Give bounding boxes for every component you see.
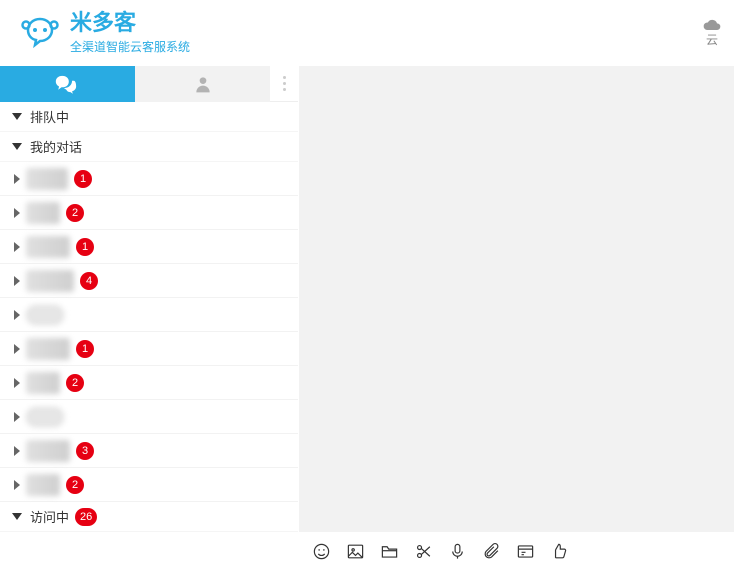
- conversation-item[interactable]: 2: [0, 366, 298, 400]
- contact-name-redacted: [26, 440, 70, 462]
- tab-more[interactable]: [270, 66, 298, 102]
- conversation-item[interactable]: 2: [0, 468, 298, 502]
- contact-name-redacted: [26, 168, 68, 190]
- app-header: 米多客 全渠道智能云客服系统 云: [0, 0, 734, 66]
- unread-badge: 3: [76, 442, 94, 460]
- conversation-item[interactable]: 2: [0, 196, 298, 230]
- chevron-right-icon: [14, 276, 20, 286]
- unread-badge: 1: [76, 238, 94, 256]
- logo-icon: [20, 15, 60, 51]
- unread-badge: 2: [66, 204, 84, 222]
- image-button[interactable]: [345, 541, 365, 561]
- chat-bubbles-icon: [55, 74, 81, 94]
- chevron-right-icon: [14, 378, 20, 388]
- unread-badge: 1: [74, 170, 92, 188]
- person-icon: [190, 74, 216, 94]
- chevron-right-icon: [14, 208, 20, 218]
- chevron-right-icon: [14, 242, 20, 252]
- conversation-list[interactable]: 排队中 我的对话 1 2 1 4 1 2 3 2 访问中 26: [0, 102, 298, 570]
- conversation-item[interactable]: [0, 298, 298, 332]
- conversation-item[interactable]: 1: [0, 332, 298, 366]
- conversation-item[interactable]: [0, 400, 298, 434]
- conversation-item[interactable]: 1: [0, 162, 298, 196]
- conversation-item[interactable]: 3: [0, 434, 298, 468]
- contact-name-redacted: [26, 236, 70, 258]
- sidebar-tabbar: [0, 66, 298, 102]
- chat-message-area[interactable]: [299, 66, 734, 532]
- cloud-status[interactable]: 云: [702, 19, 722, 48]
- chevron-down-icon: [12, 513, 22, 520]
- brand-subtitle: 全渠道智能云客服系统: [70, 38, 190, 55]
- tab-chat[interactable]: [0, 66, 135, 102]
- scissors-button[interactable]: [413, 541, 433, 561]
- contact-name-redacted: [26, 338, 70, 360]
- unread-badge: 1: [76, 340, 94, 358]
- more-dots-icon: [283, 76, 286, 91]
- chevron-right-icon: [14, 344, 20, 354]
- thumbs-up-button[interactable]: [549, 541, 569, 561]
- brand-title: 米多客: [70, 12, 190, 34]
- unread-badge: 2: [66, 374, 84, 392]
- sidebar: 排队中 我的对话 1 2 1 4 1 2 3 2 访问中 26: [0, 66, 299, 570]
- card-button[interactable]: [515, 541, 535, 561]
- folder-button[interactable]: [379, 541, 399, 561]
- section-my-conversations[interactable]: 我的对话: [0, 132, 298, 162]
- contact-name-redacted: [26, 202, 60, 224]
- conversation-item[interactable]: 1: [0, 230, 298, 264]
- unread-badge: 4: [80, 272, 98, 290]
- chevron-right-icon: [14, 310, 20, 320]
- contact-name-redacted: [26, 474, 60, 496]
- section-visiting[interactable]: 访问中 26: [0, 502, 298, 532]
- attachment-button[interactable]: [481, 541, 501, 561]
- contact-name-redacted: [26, 407, 64, 427]
- chevron-right-icon: [14, 480, 20, 490]
- chat-panel: [299, 66, 734, 570]
- conversation-item[interactable]: 4: [0, 264, 298, 298]
- contact-name-redacted: [26, 270, 74, 292]
- chevron-right-icon: [14, 446, 20, 456]
- chevron-right-icon: [14, 174, 20, 184]
- contact-name-redacted: [26, 372, 60, 394]
- message-toolbar: [299, 532, 734, 570]
- section-queue[interactable]: 排队中: [0, 102, 298, 132]
- chevron-right-icon: [14, 412, 20, 422]
- mic-button[interactable]: [447, 541, 467, 561]
- chevron-down-icon: [12, 143, 22, 150]
- emoji-button[interactable]: [311, 541, 331, 561]
- contact-name-redacted: [26, 305, 64, 325]
- unread-badge: 2: [66, 476, 84, 494]
- chevron-down-icon: [12, 113, 22, 120]
- visiting-badge: 26: [75, 508, 97, 526]
- tab-contacts[interactable]: [135, 66, 270, 102]
